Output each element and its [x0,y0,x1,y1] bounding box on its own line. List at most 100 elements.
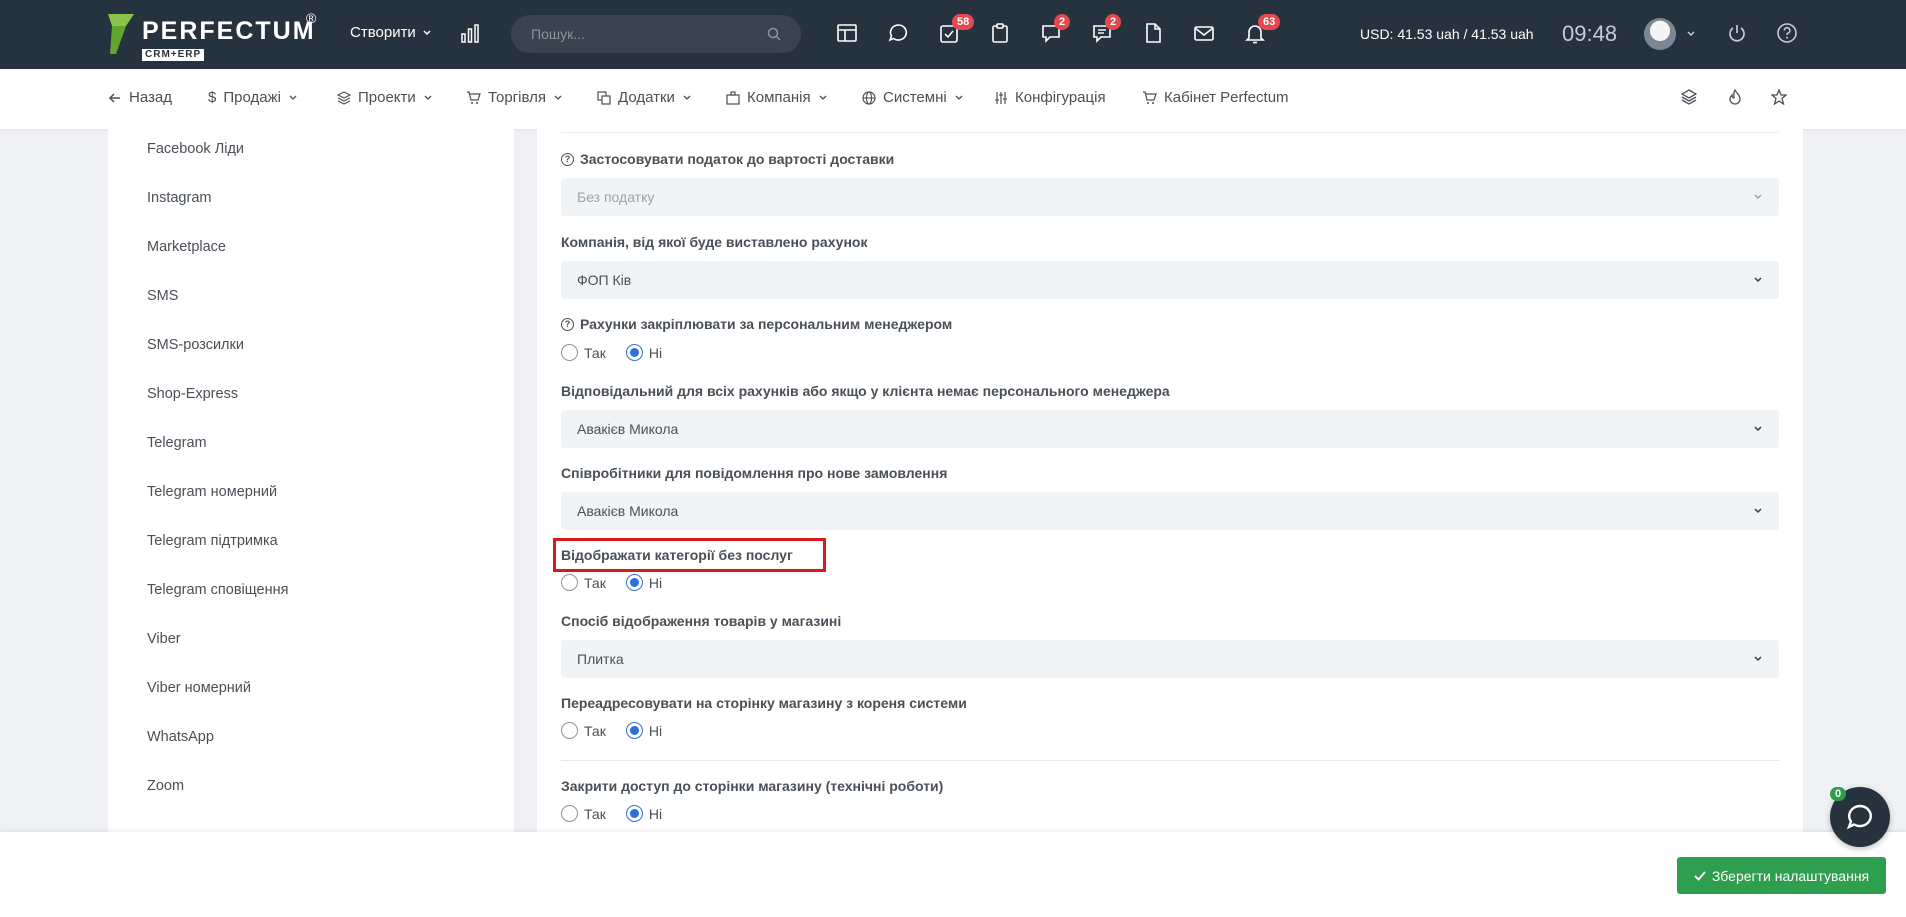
display-mode-select[interactable]: Плитка [561,640,1779,678]
sidebar-item[interactable]: Telegram [147,435,207,451]
nav-trade-label: Торгівля [488,89,546,106]
nav-projects[interactable]: Проекти [337,89,433,106]
nav-configuration[interactable]: Конфігурація [994,89,1106,106]
assign-label-text: Рахунки закріплювати за персональним мен… [580,316,953,332]
assign-yes-radio[interactable] [561,344,578,361]
categories-yes-radio[interactable] [561,574,578,591]
messages-icon[interactable]: 2 [1091,14,1122,48]
help-icon[interactable] [1776,22,1802,48]
support-chat-badge: 2 [1054,14,1071,30]
redirect-no-radio[interactable] [625,722,643,739]
logo-subtitle: CRM+ERP [142,49,205,61]
tasks-badge: 58 [952,14,975,30]
logo-mark-icon [106,12,136,56]
redirect-yes-radio[interactable] [561,722,578,739]
sidebar-item[interactable]: WhatsApp [147,729,214,745]
radio-no-label: Ні [648,344,663,361]
nav-back[interactable]: Назад [108,89,172,106]
company-select[interactable]: ФОП Ків [561,261,1779,299]
sidebar-item[interactable]: Viber [147,631,181,647]
responsible-select[interactable]: Авакієв Микола [561,410,1779,448]
copy-icon [597,90,611,105]
chevron-down-icon [1754,194,1762,200]
sidebar-item[interactable]: Zoom [147,778,184,794]
nav-system-label: Системні [883,89,947,106]
nav-system[interactable]: Системні [862,89,964,106]
search-input[interactable] [531,26,767,42]
chevron-down-icon [955,95,963,100]
tax-field-label: ? Застосовувати податок до вартості дост… [561,151,894,167]
display-mode-label: Спосіб відображення товарів у магазині [561,613,842,629]
user-avatar[interactable] [1644,18,1676,50]
layers-icon[interactable] [1680,89,1698,108]
globe-icon [862,90,876,105]
briefcase-icon [726,90,740,105]
dashboard-icon[interactable] [836,22,862,48]
sidebar-item[interactable]: Telegram підтримка [147,533,278,549]
chat-bubble-icon [1846,804,1872,830]
assign-manager-radios: Так Ні [561,344,676,361]
statistics-icon[interactable] [460,24,480,47]
sidebar-item[interactable]: Marketplace [147,239,226,255]
sidebar-item[interactable]: Telegram сповіщення [147,582,288,598]
sidebar-item[interactable]: Viber номерний [147,680,251,696]
tax-label-text: Застосовувати податок до вартості достав… [580,151,895,167]
settings-sidebar: Facebook Ліди Instagram Marketplace SMS … [108,129,514,833]
sidebar-item[interactable]: Instagram [147,190,211,206]
chat-badge: 0 [1830,787,1847,801]
divider [561,760,1779,761]
chevron-down-icon [1754,656,1762,662]
mail-icon[interactable] [1193,22,1219,48]
create-label: Створити [350,24,416,41]
live-chat-button[interactable]: 0 [1830,787,1890,847]
chevron-down-icon [1754,508,1762,514]
responsible-field-label: Відповідальний для всіх рахунків або якщ… [561,383,1170,399]
document-icon[interactable] [1142,22,1168,48]
nav-trade[interactable]: Торгівля [466,89,563,106]
company-select-value: ФОП Ків [577,272,632,288]
nav-sales[interactable]: $ Продажі [208,89,298,106]
power-icon[interactable] [1726,22,1752,48]
tax-select[interactable]: Без податку [561,178,1779,216]
nav-addons[interactable]: Додатки [597,89,692,106]
question-icon[interactable]: ? [561,152,574,166]
star-icon[interactable] [1770,88,1788,108]
nav-cabinet[interactable]: Кабінет Perfectum [1142,89,1289,106]
close-yes-radio[interactable] [561,805,578,822]
redirect-field-label: Переадресовувати на сторінку магазину з … [561,695,967,711]
chevron-down-icon [289,95,297,100]
arrow-left-icon [108,92,120,103]
chevron-down-icon [424,95,432,100]
sidebar-item[interactable]: SMS-розсилки [147,337,244,353]
radio-yes-label: Так [584,574,606,591]
support-chat-icon[interactable]: 2 [1040,14,1071,48]
sidebar-item[interactable]: Telegram номерний [147,484,277,500]
categories-no-radio[interactable] [625,574,643,591]
notifications-bell-icon[interactable]: 63 [1244,14,1281,48]
sidebar-item[interactable]: SMS [147,288,178,304]
close-no-radio[interactable] [625,805,643,822]
logo[interactable]: PERFECTUM CRM+ERP ® [106,10,321,61]
chevron-down-icon[interactable] [1686,26,1696,42]
assign-no-radio[interactable] [625,344,643,361]
divider [561,132,1779,133]
top-bar: PERFECTUM CRM+ERP ® Створити 58 2 2 [0,0,1906,69]
company-field-label: Компанія, від якої буде виставлено рахун… [561,234,868,250]
question-icon[interactable]: ? [561,317,574,331]
search-icon[interactable] [767,27,781,41]
assign-manager-label: ? Рахунки закріплювати за персональним м… [561,316,952,332]
create-menu-button[interactable]: Створити [350,24,432,41]
sidebar-item[interactable]: Shop-Express [147,386,238,402]
clipboard-icon[interactable] [989,22,1015,48]
tasks-icon[interactable]: 58 [938,14,975,48]
close-access-label: Закрити доступ до сторінки магазину (тех… [561,778,944,794]
notify-select[interactable]: Авакієв Микола [561,492,1779,530]
currency-rate: USD: 41.53 uah / 41.53 uah [1360,26,1534,42]
sliders-icon [995,91,1007,104]
chat-icon[interactable] [887,22,913,48]
sidebar-item[interactable]: Facebook Ліди [147,141,244,157]
fire-icon[interactable] [1727,88,1743,108]
cart-icon [467,90,481,104]
save-settings-button[interactable]: Зберегти налаштування [1677,857,1886,894]
nav-company[interactable]: Компанія [726,89,828,106]
